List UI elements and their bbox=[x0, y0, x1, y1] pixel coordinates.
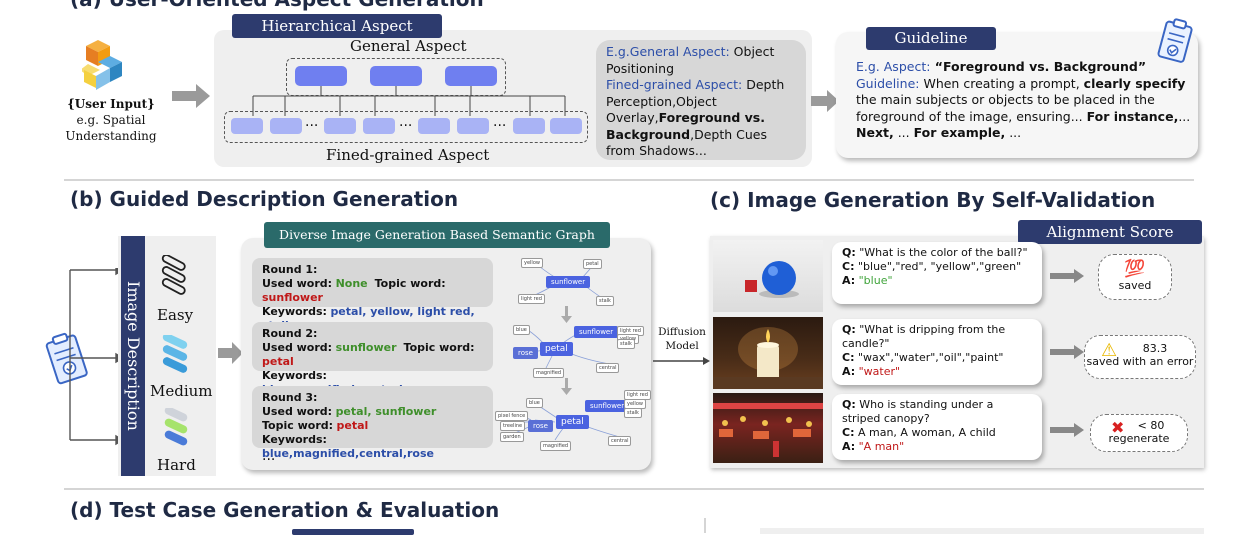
section-d-divider bbox=[704, 518, 706, 533]
section-b-title: (b) Guided Description Generation bbox=[70, 187, 459, 211]
medium-icon bbox=[158, 333, 194, 383]
arrow-right-icon bbox=[1050, 268, 1086, 287]
arrow-right-icon bbox=[653, 351, 711, 370]
section-divider bbox=[64, 179, 1194, 181]
cross-icon: ✖ bbox=[1111, 418, 1125, 437]
graph-core-node: sunflower bbox=[585, 400, 630, 412]
section-divider bbox=[64, 488, 1204, 490]
fine-grained-node bbox=[418, 118, 450, 134]
fine-grained-node bbox=[324, 118, 356, 134]
level-medium: Medium bbox=[150, 382, 213, 400]
graph-core-node: rose bbox=[513, 347, 538, 359]
graph-node: central bbox=[596, 363, 620, 373]
hard-icon bbox=[158, 406, 194, 458]
graph-node: stalk bbox=[617, 339, 635, 349]
graph-node: blue bbox=[513, 325, 530, 335]
fine-grained-node bbox=[270, 118, 302, 134]
graph-core-node: sunflower bbox=[574, 326, 619, 338]
graph-node: magnified bbox=[540, 441, 572, 451]
graph-node: blue bbox=[526, 398, 543, 408]
easy-icon bbox=[158, 254, 192, 309]
graph-node: central bbox=[608, 436, 632, 446]
ellipsis: ... bbox=[305, 114, 319, 130]
user-input-label: {User Input} bbox=[67, 97, 155, 111]
section-c-title: (c) Image Generation By Self-Validation bbox=[710, 188, 1156, 212]
general-aspect-node bbox=[445, 66, 497, 86]
warning-icon: ⚠ bbox=[1101, 340, 1118, 361]
graph-node: petal bbox=[583, 259, 602, 269]
section-d-tag-edge bbox=[292, 529, 414, 535]
image-description-label: Image Description bbox=[124, 281, 143, 431]
general-aspect-label: General Aspect bbox=[350, 37, 467, 55]
more-rounds-ellipsis: ... bbox=[262, 448, 276, 464]
graph-node: yellow bbox=[521, 258, 543, 268]
graph-node: garden bbox=[500, 432, 524, 442]
arrow-right-icon bbox=[1050, 422, 1086, 441]
graph-node: stalk bbox=[624, 408, 642, 418]
ellipsis: ... bbox=[399, 114, 413, 130]
diffusion-model-label: Diffusion Model bbox=[658, 326, 706, 352]
generated-image-ball bbox=[713, 240, 823, 312]
score-box-2: ⚠ 83.3 saved with an error bbox=[1084, 335, 1196, 379]
graph-core-node: rose bbox=[528, 420, 553, 432]
round-3-box: Round 3: Used word: petal, sunflower Top… bbox=[252, 386, 493, 460]
qa-box-1: Q: "What is the color of the ball?" C: "… bbox=[832, 242, 1042, 304]
general-aspect-node bbox=[370, 66, 422, 86]
section-d-panel-edge bbox=[760, 528, 1204, 534]
general-aspect-node bbox=[295, 66, 347, 86]
level-hard: Hard bbox=[157, 456, 196, 474]
hundred-points-icon: 💯 bbox=[1124, 259, 1146, 279]
fine-grained-node bbox=[457, 118, 489, 134]
fine-grained-node bbox=[550, 118, 582, 134]
semantic-graph-tag: Diverse Image Generation Based Semantic … bbox=[264, 222, 610, 248]
alignment-score-tag: Alignment Score bbox=[1018, 220, 1202, 244]
fine-grained-aspect-label: Fined-grained Aspect bbox=[326, 146, 490, 164]
section-d-title: (d) Test Case Generation & Evaluation bbox=[70, 498, 500, 522]
graph-node: stalk bbox=[596, 296, 614, 306]
graph-node: pixel fence bbox=[495, 411, 529, 421]
level-easy: Easy bbox=[157, 306, 194, 324]
arrow-right-icon bbox=[1050, 344, 1086, 363]
generated-image-market bbox=[713, 393, 823, 463]
qa-box-2: Q: "What is dripping from the candle?" C… bbox=[832, 319, 1042, 385]
generated-image-candle bbox=[713, 317, 823, 389]
graph-node: treeline bbox=[500, 421, 526, 431]
aspect-example-box: E.g.General Aspect: Object Positioning F… bbox=[596, 40, 806, 160]
score-box-1: 💯 saved bbox=[1098, 254, 1172, 300]
hierarchical-aspect-tag: Hierarchical Aspect bbox=[232, 14, 442, 38]
arrow-right-icon bbox=[172, 84, 212, 112]
fine-grained-node bbox=[513, 118, 545, 134]
branch-arrows bbox=[69, 268, 124, 446]
guideline-tag: Guideline bbox=[866, 27, 996, 50]
fine-grained-node bbox=[363, 118, 395, 134]
round-2-box: Round 2: Used word: sunflower Topic word… bbox=[252, 322, 493, 396]
graph-core-node: petal bbox=[556, 415, 589, 429]
graph-core-node: petal bbox=[540, 342, 573, 356]
round-1-box: Round 1: Used word: None Topic word: sun… bbox=[252, 258, 493, 332]
cube-icon bbox=[80, 38, 130, 96]
section-a-title: (a) User-Oriented Aspect Generation bbox=[70, 0, 484, 11]
graph-node: magnified bbox=[533, 368, 565, 378]
graph-core-node: sunflower bbox=[546, 276, 591, 288]
ellipsis: ... bbox=[493, 114, 507, 130]
guideline-text: E.g. Aspect: “Foreground vs. Background”… bbox=[856, 59, 1191, 140]
graph-node: light red bbox=[518, 294, 545, 304]
score-box-3: ✖ < 80 regenerate bbox=[1090, 414, 1188, 452]
user-input-example: e.g. Spatial Understanding bbox=[65, 113, 157, 143]
fine-grained-node bbox=[231, 118, 263, 134]
qa-box-3: Q: Who is standing under a striped canop… bbox=[832, 394, 1042, 460]
